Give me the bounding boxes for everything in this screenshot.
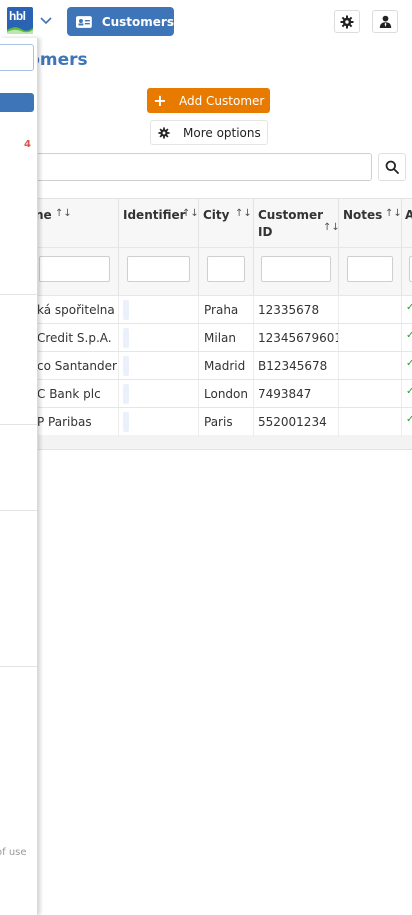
sidebar-divider [0,510,37,511]
identifier-placeholder [123,328,129,348]
cell-city: Milan [199,324,254,352]
column-header-active[interactable]: A [402,199,412,247]
app-logo[interactable]: hbl [7,7,33,34]
cell-identifier [119,408,199,436]
column-header-identifier[interactable]: Identifier ↑↓ [119,199,199,247]
table-header: ne ↑↓ Identifier ↑↓ City ↑↓ Customer ID … [1,199,412,247]
column-header-label: City [203,208,230,222]
cell-customer-id: 12335678 [254,296,339,324]
user-icon [379,15,391,28]
filter-input-name[interactable] [39,256,110,282]
cell-city: London [199,380,254,408]
active-check-icon: ✓ [406,330,412,341]
column-header-city[interactable]: City ↑↓ [199,199,254,247]
customers-table: ne ↑↓ Identifier ↑↓ City ↑↓ Customer ID … [0,198,412,450]
sidebar-badge: 4 [24,139,31,150]
sidebar-drawer: 4 of use [0,38,38,915]
sidebar-search-input[interactable] [0,44,34,71]
filter-input-city[interactable] [207,256,245,282]
filter-cell [199,248,254,296]
sort-icon[interactable]: ↑↓ [55,208,72,219]
customers-section-button[interactable]: Customers [67,7,174,36]
table-row[interactable]: ká spořitelna Praha 12335678 ✓ [1,295,412,324]
table-row[interactable]: co Santander Madrid B12345678 ✓ [1,351,412,380]
plus-icon: + [153,91,167,110]
top-bar: hbl Customers [0,0,412,42]
active-check-icon: ✓ [406,358,412,369]
logo-wave-icon [7,27,33,34]
logo-text: hbl [9,9,26,23]
search-button[interactable] [378,153,406,181]
filter-input-customer-id[interactable] [261,256,331,282]
more-options-label: More options [183,125,261,140]
chevron-down-icon[interactable] [39,14,53,28]
filter-cell [254,248,339,296]
filter-cell [339,248,402,296]
column-header-label: A [405,208,412,222]
more-options-button[interactable]: More options [150,120,268,145]
column-header-customer-id[interactable]: Customer ID ↑↓ [254,199,340,247]
user-menu-button[interactable] [372,10,398,33]
cell-notes [339,324,402,352]
cell-identifier [119,324,199,352]
filter-row [1,247,412,296]
sort-icon[interactable]: ↑↓ [182,208,199,219]
cell-customer-id: B12345678 [254,352,339,380]
identifier-placeholder [123,356,129,376]
search-icon [385,160,399,174]
sidebar-divider [0,424,37,425]
cell-notes [339,408,402,436]
customers-section-label: Customers [101,14,174,29]
sort-icon[interactable]: ↑↓ [235,208,252,219]
cell-notes [339,352,402,380]
column-header-label: Identifier [123,208,186,222]
active-check-icon: ✓ [406,414,412,425]
column-header-notes[interactable]: Notes ↑↓ [339,199,402,247]
sort-icon[interactable]: ↑↓ [323,219,340,236]
filter-cell [402,248,412,296]
gear-icon [340,15,354,28]
id-card-icon [76,15,92,28]
active-check-icon: ✓ [406,302,412,313]
active-check-icon: ✓ [406,386,412,397]
cell-city: Paris [199,408,254,436]
sort-icon[interactable]: ↑↓ [385,208,402,219]
cell-city: Madrid [199,352,254,380]
filter-input-identifier[interactable] [127,256,190,282]
table-row[interactable]: P Paribas Paris 552001234 ✓ [1,407,412,436]
identifier-placeholder [123,412,129,432]
sidebar-divider [0,294,37,295]
cell-identifier [119,352,199,380]
cell-notes [339,296,402,324]
add-customer-button[interactable]: + Add Customer [147,88,270,113]
settings-button[interactable] [334,10,360,33]
table-row[interactable]: C Bank plc London 7493847 ✓ [1,379,412,408]
cell-identifier [119,380,199,408]
sidebar-terms-link[interactable]: of use [0,847,27,858]
filter-cell [119,248,199,296]
cell-notes [339,380,402,408]
cell-customer-id: 12345679601 [254,324,339,352]
gear-icon [158,126,170,139]
add-customer-label: Add Customer [179,93,265,108]
filter-input-notes[interactable] [347,256,393,282]
search-input[interactable] [0,153,372,181]
column-header-label: Notes [343,208,383,222]
cell-identifier [119,296,199,324]
identifier-placeholder [123,300,129,320]
sidebar-divider [0,666,37,667]
table-row[interactable]: Credit S.p.A. Milan 12345679601 ✓ [1,323,412,352]
identifier-placeholder [123,384,129,404]
sidebar-primary-button[interactable] [0,93,34,112]
cell-customer-id: 7493847 [254,380,339,408]
cell-customer-id: 552001234 [254,408,339,436]
cell-city: Praha [199,296,254,324]
